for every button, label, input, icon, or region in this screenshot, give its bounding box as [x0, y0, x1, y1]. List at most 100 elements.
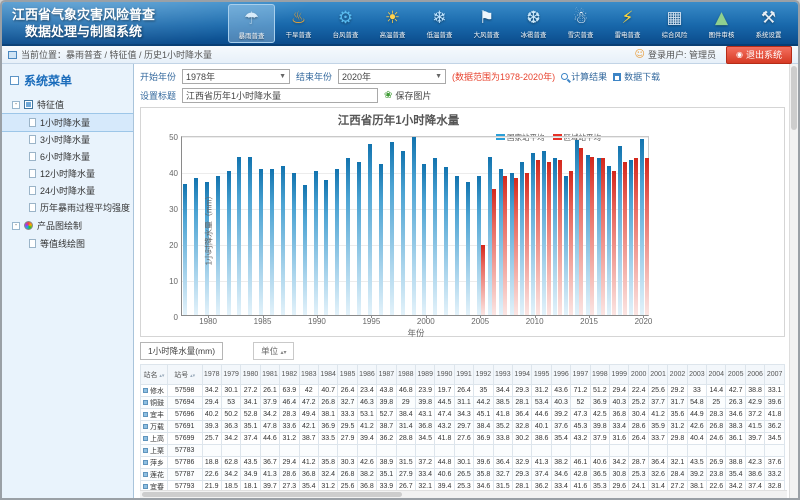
toolbar-item-drought[interactable]: ♨干旱普查 — [275, 4, 322, 43]
station-id: 57696 — [167, 409, 202, 421]
col-year-1988[interactable]: 1988 — [396, 365, 415, 385]
bar-国家站平均-1986 — [270, 169, 274, 315]
calc-result-button[interactable]: 计算结果 — [561, 70, 607, 83]
col-year-1990[interactable]: 1990 — [435, 365, 454, 385]
col-year-2006[interactable]: 2006 — [745, 365, 764, 385]
tree-item[interactable]: 24小时降水量 — [2, 182, 133, 199]
toolbar-item-wind[interactable]: ⚑大风普查 — [463, 4, 510, 43]
col-year-1994[interactable]: 1994 — [513, 365, 532, 385]
cell-value: 28.8 — [396, 433, 415, 445]
station-icon — [143, 388, 148, 393]
cell-value — [202, 445, 221, 457]
cell-value: 36.5 — [590, 469, 609, 481]
toolbar-item-hail[interactable]: ❆冰雹普查 — [510, 4, 557, 43]
cell-value — [221, 445, 240, 457]
toolbar-item-map-review[interactable]: ▲图件审核 — [698, 4, 745, 43]
chart-title-input[interactable] — [182, 88, 378, 103]
col-year-1993[interactable]: 1993 — [493, 365, 512, 385]
expander-icon[interactable]: - — [12, 101, 20, 109]
col-year-1985[interactable]: 1985 — [338, 365, 357, 385]
col-year-2001[interactable]: 2001 — [648, 365, 667, 385]
col-station[interactable]: 站名 ▴▾ — [141, 365, 168, 385]
col-year-1991[interactable]: 1991 — [454, 365, 473, 385]
cell-value: 46.3 — [357, 397, 376, 409]
tree-item[interactable]: 历年暴雨过程平均强度 — [2, 199, 133, 216]
col-year-1989[interactable]: 1989 — [415, 365, 434, 385]
table-row-57783[interactable]: 上栗57783 — [141, 445, 785, 457]
data-download-button[interactable]: 数据下载 — [613, 70, 660, 83]
toolbar-item-settings[interactable]: ⚒系统设置 — [745, 4, 792, 43]
col-year-1979[interactable]: 1979 — [221, 365, 240, 385]
col-year-1987[interactable]: 1987 — [377, 365, 396, 385]
toolbar-item-typhoon[interactable]: ⚙台风普查 — [322, 4, 369, 43]
col-year-1983[interactable]: 1983 — [299, 365, 318, 385]
col-year-1978[interactable]: 1978 — [202, 365, 221, 385]
unit-dropdown[interactable]: 单位 ▴▾ — [253, 342, 294, 360]
tree-group-palette[interactable]: -产品图绘制 — [2, 216, 133, 235]
tree-item[interactable]: 1小时降水量 — [2, 114, 133, 131]
col-year-1980[interactable]: 1980 — [241, 365, 260, 385]
bar-区域站平均-2013 — [569, 171, 573, 315]
col-year-2000[interactable]: 2000 — [629, 365, 648, 385]
vertical-scrollbar[interactable] — [789, 64, 798, 498]
cell-value: 39.7 — [745, 433, 764, 445]
table-row-57786[interactable]: 萍乡5778618.862.843.536.729.441.235.830.34… — [141, 457, 785, 469]
col-year-1982[interactable]: 1982 — [280, 365, 299, 385]
table-row-57696[interactable]: 宜丰5769640.250.252.834.228.349.438.133.35… — [141, 409, 785, 421]
toolbar-item-rainstorm[interactable]: ☂暴雨普查 — [228, 4, 275, 43]
bar-国家站平均-2014 — [575, 140, 579, 315]
cell-value: 42.1 — [299, 421, 318, 433]
table-row-57694[interactable]: 铜鼓5769429.45334.137.946.447.226.832.746.… — [141, 397, 785, 409]
toolbar-item-cold[interactable]: ❄低温普查 — [416, 4, 463, 43]
col-year-1995[interactable]: 1995 — [532, 365, 551, 385]
table-row-57598[interactable]: 修水5759834.230.127.226.163.94240.726.423.… — [141, 385, 785, 397]
tree-item[interactable]: 等值线绘图 — [2, 235, 133, 252]
toolbar-item-label: 暴雨普查 — [232, 31, 272, 40]
cell-value: 34.5 — [415, 433, 434, 445]
cell-value: 39.4 — [357, 433, 376, 445]
toolbar-item-heat[interactable]: ☀高温普查 — [369, 4, 416, 43]
start-year-select[interactable]: 1978年▼ — [182, 69, 290, 84]
tree-item[interactable]: 3小时降水量 — [2, 131, 133, 148]
cell-value: 38.6 — [745, 469, 764, 481]
cell-value: 33.5 — [318, 433, 337, 445]
col-year-1981[interactable]: 1981 — [260, 365, 279, 385]
cell-value — [745, 445, 764, 457]
col-year-1997[interactable]: 1997 — [571, 365, 590, 385]
cell-value: 36.3 — [221, 421, 240, 433]
col-year-1999[interactable]: 1999 — [610, 365, 629, 385]
horizontal-scrollbar[interactable] — [140, 490, 787, 498]
col-year-1998[interactable]: 1998 — [590, 365, 609, 385]
toolbar-item-snow[interactable]: ☃雪灾普查 — [557, 4, 604, 43]
col-year-2004[interactable]: 2004 — [707, 365, 726, 385]
col-year-1992[interactable]: 1992 — [474, 365, 493, 385]
cell-value: 40.3 — [610, 397, 629, 409]
table-row-57787[interactable]: 莲花5778722.634.234.941.328.636.832.426.83… — [141, 469, 785, 481]
table-row-57699[interactable]: 上高5769925.734.237.444.631.238.733.527.93… — [141, 433, 785, 445]
col-year-2003[interactable]: 2003 — [687, 365, 706, 385]
cell-value: 44.2 — [474, 397, 493, 409]
tree-item[interactable]: 12小时降水量 — [2, 165, 133, 182]
col-year-1984[interactable]: 1984 — [318, 365, 337, 385]
cell-value: 38.1 — [318, 409, 337, 421]
expander-icon[interactable]: - — [12, 222, 20, 230]
col-year-2002[interactable]: 2002 — [668, 365, 687, 385]
vscroll-thumb[interactable] — [791, 66, 797, 130]
hscroll-thumb[interactable] — [142, 492, 402, 497]
dataset-tab-button[interactable]: 1小时降水量(mm) — [140, 342, 223, 360]
col-year-2007[interactable]: 2007 — [765, 365, 785, 385]
tree-item[interactable]: 6小时降水量 — [2, 148, 133, 165]
col-id[interactable]: 站号 ▴▾ — [167, 365, 202, 385]
exit-system-button[interactable]: ◉ 退出系统 — [726, 46, 792, 64]
cell-value: 23.9 — [415, 385, 434, 397]
col-year-1986[interactable]: 1986 — [357, 365, 376, 385]
end-year-select[interactable]: 2020年▼ — [338, 69, 446, 84]
table-row-57691[interactable]: 万载5769139.336.335.147.833.642.136.929.54… — [141, 421, 785, 433]
cell-value: 35.1 — [377, 469, 396, 481]
col-year-2005[interactable]: 2005 — [726, 365, 745, 385]
col-year-1996[interactable]: 1996 — [551, 365, 570, 385]
toolbar-item-risk-calc[interactable]: ▦综合风险 — [651, 4, 698, 43]
tree-group-grid[interactable]: -特征值 — [2, 95, 133, 114]
save-image-button[interactable]: ❀ 保存图片 — [384, 89, 431, 102]
toolbar-item-lightning[interactable]: ⚡雷电普查 — [604, 4, 651, 43]
